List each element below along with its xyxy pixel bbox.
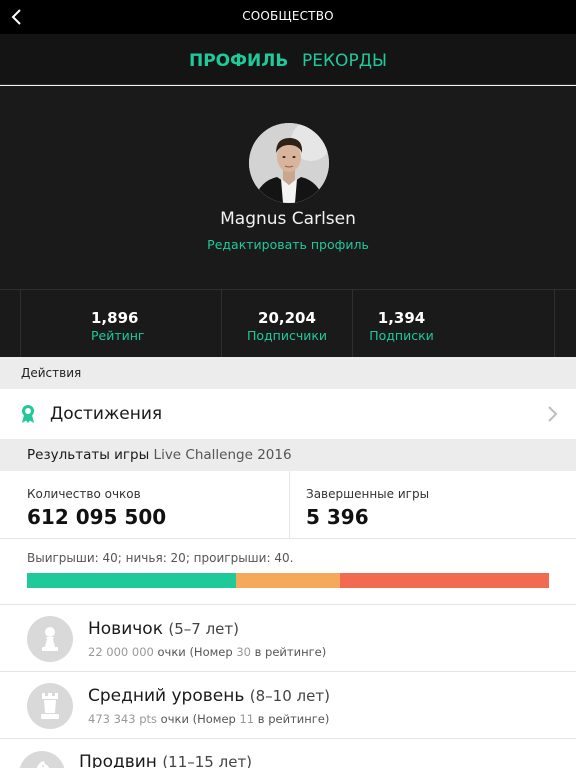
level-rank-prefix: (Номер xyxy=(189,645,233,659)
section-label: Действия xyxy=(21,366,82,380)
profile-name: Magnus Carlsen xyxy=(220,209,356,229)
section-header-actions: Действия xyxy=(0,357,576,389)
level-age: (8–10 лет) xyxy=(249,687,330,705)
level-row-beginner[interactable]: Новичок (5–7 лет) 22 000 000 очки (Номер… xyxy=(0,605,576,672)
wdl-bar xyxy=(27,573,549,588)
achievements-label: Достижения xyxy=(50,404,163,424)
page-title: СООБЩЕСТВО xyxy=(242,9,334,23)
level-row-advanced[interactable]: Продвин (11–15 лет) xyxy=(0,739,576,768)
rook-icon xyxy=(41,693,59,719)
results-title-text: Результаты игры xyxy=(27,447,150,463)
chevron-right-icon xyxy=(548,406,558,422)
stat-following[interactable]: 1,394 Подписки xyxy=(353,290,555,357)
level-points-unit: очки xyxy=(157,645,186,659)
level-rank-suffix: в рейтинге) xyxy=(257,712,330,726)
stat-label: Подписки xyxy=(369,328,434,343)
level-subtitle: 22 000 000 очки (Номер 30 в рейтинге) xyxy=(88,645,326,659)
top-navbar: СООБЩЕСТВО xyxy=(0,0,576,34)
level-rank-prefix: (Номер xyxy=(192,712,236,726)
tab-records[interactable]: РЕКОРДЫ xyxy=(302,51,387,71)
level-rank: 11 xyxy=(239,712,255,726)
stat-followers[interactable]: 20,204 Подписчики xyxy=(222,290,353,357)
pawn-icon xyxy=(42,627,58,651)
points-label: Количество очков xyxy=(27,487,141,501)
achievements-row[interactable]: Достижения xyxy=(0,389,576,439)
level-title: Средний уровень (8–10 лет) xyxy=(88,686,330,706)
level-points-unit: очки xyxy=(160,712,189,726)
win-draw-loss: Выигрыши: 40; ничья: 20; проигрыши: 40. xyxy=(0,539,576,605)
divider xyxy=(289,471,290,539)
tab-bar: ПРОФИЛЬ РЕКОРДЫ xyxy=(0,34,576,85)
level-rank: 30 xyxy=(236,645,251,659)
wins-segment xyxy=(27,573,236,588)
wdl-text: Выигрыши: 40; ничья: 20; проигрыши: 40. xyxy=(27,551,294,565)
games-label: Завершенные игры xyxy=(306,487,430,501)
level-name: Продвин xyxy=(79,752,157,768)
knight-icon xyxy=(36,761,50,768)
level-name: Средний уровень xyxy=(88,686,245,706)
level-name: Новичок xyxy=(88,619,163,639)
level-age: (11–15 лет) xyxy=(162,753,253,768)
level-icon-bg xyxy=(19,751,65,768)
stat-label: Подписчики xyxy=(246,328,328,343)
avatar-photo xyxy=(249,123,329,203)
stat-value: 1,896 xyxy=(91,309,139,327)
stat-value: 20,204 xyxy=(258,309,316,327)
tab-profile[interactable]: ПРОФИЛЬ xyxy=(189,51,288,71)
level-points: 473 343 pts xyxy=(88,712,158,726)
level-points: 22 000 000 xyxy=(88,645,154,659)
level-title: Новичок (5–7 лет) xyxy=(88,619,239,639)
section-header-results: Результаты игры Live Challenge 2016 xyxy=(0,439,576,471)
level-title: Продвин (11–15 лет) xyxy=(79,752,252,768)
losses-segment xyxy=(340,573,549,588)
ribbon-icon xyxy=(22,405,34,423)
level-icon-bg xyxy=(27,616,73,662)
level-icon-bg xyxy=(27,683,73,729)
stats-bar: 1,896 Рейтинг 20,204 Подписчики 1,394 По… xyxy=(0,289,576,357)
stat-value: 1,394 xyxy=(377,309,426,327)
results-subtitle: Live Challenge 2016 xyxy=(153,447,292,463)
level-row-intermediate[interactable]: Средний уровень (8–10 лет) 473 343 pts о… xyxy=(0,672,576,739)
games-value: 5 396 xyxy=(306,505,369,529)
avatar[interactable] xyxy=(249,123,329,203)
draws-segment xyxy=(236,573,340,588)
score-summary: Количество очков 612 095 500 Завершенные… xyxy=(0,471,576,539)
level-rank-suffix: в рейтинге) xyxy=(254,645,327,659)
points-value: 612 095 500 xyxy=(27,505,167,529)
profile-section: Magnus Carlsen Редактировать профиль xyxy=(0,86,576,289)
results-title: Результаты игры Live Challenge 2016 xyxy=(27,447,292,463)
level-subtitle: 473 343 pts очки (Номер 11 в рейтинге) xyxy=(88,712,329,726)
stat-rating[interactable]: 1,896 Рейтинг xyxy=(20,290,222,357)
level-age: (5–7 лет) xyxy=(168,620,239,638)
stat-label: Рейтинг xyxy=(91,328,145,343)
edit-profile-link[interactable]: Редактировать профиль xyxy=(0,237,576,252)
